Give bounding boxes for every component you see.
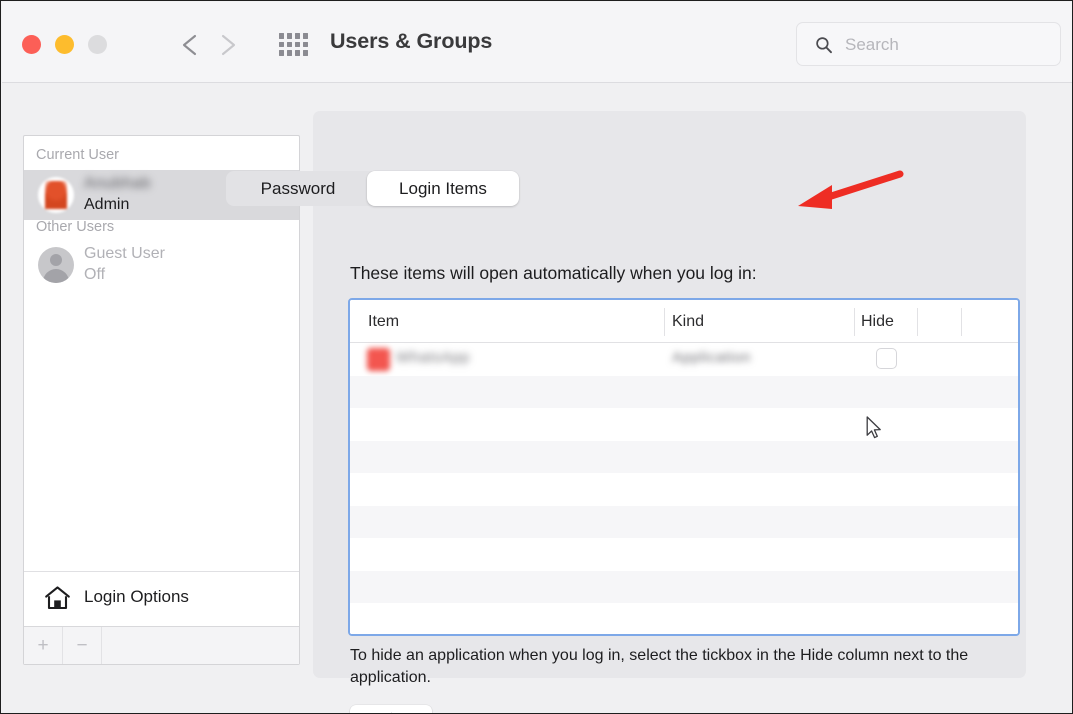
table-row[interactable]: [350, 375, 1018, 408]
preferences-body: Current User Anubhab Admin Other Users G…: [2, 83, 1072, 713]
table-row[interactable]: [350, 570, 1018, 603]
page-title: Users & Groups: [330, 29, 493, 53]
search-placeholder: Search: [845, 35, 899, 54]
guest-user-name: Guest User: [84, 245, 165, 262]
avatar-image: [45, 181, 67, 209]
grid-dot: [303, 41, 308, 48]
column-divider[interactable]: [854, 308, 855, 336]
add-user-button[interactable]: +: [24, 627, 63, 664]
grid-dot: [279, 50, 284, 56]
grid-dot: [287, 41, 292, 48]
grid-dot: [287, 33, 292, 39]
grid-dot: [279, 33, 284, 39]
chevron-right-icon: [212, 29, 242, 61]
avatar-head: [50, 254, 62, 266]
minimize-button[interactable]: [55, 35, 74, 54]
grid-dot: [303, 33, 308, 39]
table-row[interactable]: [350, 538, 1018, 571]
current-user-role: Admin: [84, 196, 130, 213]
close-button[interactable]: [22, 35, 41, 54]
grid-dot: [303, 50, 308, 56]
column-divider[interactable]: [664, 308, 665, 336]
grid-dot: [295, 41, 300, 48]
row-item-name: WhatsApp: [396, 349, 470, 366]
table-row[interactable]: [350, 408, 1018, 441]
search-icon: [815, 36, 833, 54]
column-header-hide[interactable]: Hide: [861, 313, 894, 331]
login-options-label: Login Options: [84, 587, 189, 606]
column-header-kind[interactable]: Kind: [672, 313, 704, 331]
table-row[interactable]: WhatsApp Application: [350, 343, 1018, 376]
table-row[interactable]: [350, 603, 1018, 634]
guest-avatar: [38, 247, 74, 283]
table-body: WhatsApp Application: [350, 343, 1018, 634]
guest-user-status: Off: [84, 266, 106, 283]
add-login-item-button[interactable]: +: [350, 705, 391, 713]
hide-checkbox[interactable]: [876, 348, 897, 369]
users-sidebar: Current User Anubhab Admin Other Users G…: [23, 135, 300, 665]
app-icon: [367, 348, 390, 371]
column-divider[interactable]: [961, 308, 962, 336]
row-item-kind: Application: [672, 349, 751, 366]
preferences-window: Users & Groups Search Current User Anubh…: [0, 0, 1073, 714]
column-header-item[interactable]: Item: [368, 313, 399, 331]
sidebar-footer-toolbar: + −: [24, 626, 299, 664]
table-row[interactable]: [350, 440, 1018, 473]
grid-dot: [295, 50, 300, 56]
grid-icon[interactable]: [279, 33, 308, 56]
group-header-current-user: Current User: [36, 147, 119, 163]
grid-dot: [279, 41, 284, 48]
mouse-cursor: [866, 416, 882, 440]
home-icon: [44, 585, 71, 611]
panel-heading: These items will open automatically when…: [350, 263, 757, 283]
column-divider[interactable]: [917, 308, 918, 336]
tab-login-items[interactable]: Login Items: [367, 171, 519, 206]
table-header-row: Item Kind Hide: [350, 300, 1018, 343]
table-row[interactable]: [350, 473, 1018, 506]
user-avatar: [38, 177, 74, 213]
window-toolbar: Users & Groups Search: [2, 2, 1072, 83]
grid-dot: [295, 33, 300, 39]
search-input[interactable]: Search: [796, 22, 1061, 66]
login-items-table[interactable]: Item Kind Hide WhatsApp Application: [348, 298, 1020, 636]
remove-login-item-button[interactable]: −: [391, 705, 432, 713]
chevron-left-icon[interactable]: [176, 29, 206, 61]
group-header-other-users: Other Users: [36, 219, 115, 235]
add-remove-login-item-control: + −: [350, 705, 432, 713]
sidebar-item-login-options[interactable]: Login Options: [24, 571, 299, 625]
grid-dot: [287, 50, 292, 56]
helper-text: To hide an application when you log in, …: [350, 647, 969, 686]
table-row[interactable]: [350, 505, 1018, 538]
remove-user-button[interactable]: −: [63, 627, 102, 664]
current-user-name: Anubhab: [84, 175, 151, 192]
tab-password[interactable]: Password: [226, 171, 370, 206]
tab-segmented-control: Password Login Items: [226, 171, 519, 206]
maximize-button: [88, 35, 107, 54]
avatar-shoulders: [43, 269, 69, 283]
sidebar-item-guest-user[interactable]: Guest User Off: [24, 240, 299, 290]
